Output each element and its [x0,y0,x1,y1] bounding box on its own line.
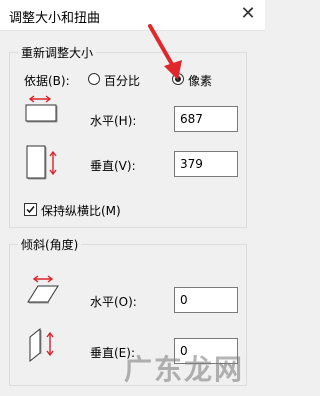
close-button[interactable]: ✕ [237,3,259,25]
vertical-label: 垂直(V): [90,159,136,173]
horizontal-input[interactable] [174,106,238,132]
skew-group-title: 倾斜(角度) [18,236,82,253]
percent-radio[interactable] [88,73,100,85]
basis-label: 依据(B): [24,74,70,88]
skew-horizontal-input[interactable] [174,287,238,313]
horizontal-skew-icon [27,275,59,304]
watermark-text: 广东龙网 [124,353,245,386]
skew-horizontal-label: 水平(O): [90,295,137,309]
dialog-title: 调整大小和扭曲 [9,11,101,26]
checkmark-icon [26,206,35,214]
title-bar: 调整大小和扭曲 ✕ [0,0,265,31]
horizontal-label: 水平(H): [90,114,137,128]
vertical-resize-icon [26,145,57,180]
keep-ratio-label[interactable]: 保持纵横比(M) [41,202,121,219]
horizontal-resize-icon [25,95,58,123]
annotation-arrow-icon [148,24,182,80]
keep-ratio-checkbox[interactable] [24,203,37,216]
watermark-logo: 广东龙网 [120,342,258,390]
pixels-label[interactable]: 像素 [188,72,212,89]
vertical-skew-icon [29,327,54,363]
resize-group-title: 重新调整大小 [18,44,97,61]
percent-label[interactable]: 百分比 [104,72,140,89]
vertical-input[interactable] [174,151,238,177]
